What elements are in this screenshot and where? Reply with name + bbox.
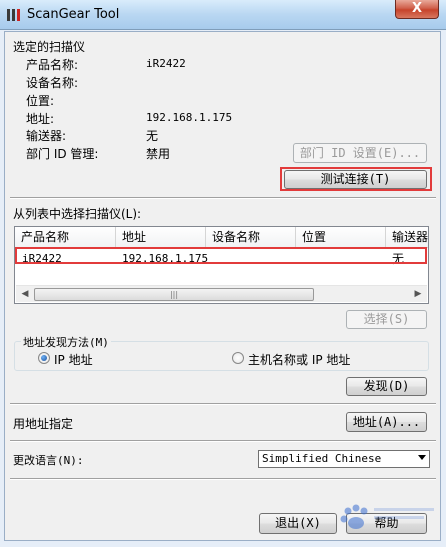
row-highlight	[15, 247, 427, 264]
column-header-location[interactable]: 位置	[296, 227, 386, 248]
ip-address-radio[interactable]	[38, 352, 50, 364]
horizontal-scrollbar[interactable]: ◀ ||| ▶	[16, 285, 427, 302]
language-value: Simplified Chinese	[262, 452, 382, 465]
column-header-feeder[interactable]: 输送器	[386, 227, 428, 248]
language-dropdown[interactable]: Simplified Chinese	[258, 450, 430, 468]
column-header-address[interactable]: 地址	[116, 227, 206, 248]
address-label: 地址:	[26, 112, 55, 126]
address-discovery-label: 地址发现方法(M)	[21, 334, 111, 350]
close-button[interactable]: X	[395, 0, 439, 19]
dept-id-settings-button[interactable]: 部门 ID 设置(E)...	[293, 143, 427, 163]
scroll-left-icon[interactable]: ◀	[18, 288, 32, 301]
specify-address-label: 用地址指定	[13, 417, 74, 431]
dept-id-label: 部门 ID 管理:	[26, 147, 99, 161]
divider	[10, 440, 436, 442]
baidu-watermark-icon	[340, 504, 434, 529]
divider	[10, 403, 436, 405]
divider	[10, 197, 436, 199]
window-title: ScanGear Tool	[27, 7, 120, 22]
column-header-product[interactable]: 产品名称	[15, 227, 116, 248]
scangear-app-icon	[7, 9, 20, 21]
discover-button[interactable]: 发现(D)	[346, 377, 427, 396]
divider	[10, 478, 436, 480]
title-bar: ScanGear Tool X	[0, 0, 446, 30]
feeder-value: 无	[146, 129, 159, 143]
scrollbar-thumb[interactable]: |||	[34, 288, 314, 301]
location-label: 位置:	[26, 94, 55, 108]
hostname-option-label[interactable]: 主机名称或 IP 地址	[248, 351, 350, 368]
dept-id-value: 禁用	[146, 147, 171, 161]
product-name-value: iR2422	[146, 57, 186, 70]
ip-address-option-label[interactable]: IP 地址	[54, 351, 93, 368]
language-label: 更改语言(N):	[13, 454, 84, 467]
column-header-device-name[interactable]: 设备名称	[206, 227, 296, 248]
test-connection-highlight	[280, 167, 432, 191]
address-value: 192.168.1.175	[146, 111, 233, 124]
selected-scanner-heading: 选定的扫描仪	[13, 40, 86, 54]
feeder-label: 输送器:	[26, 129, 67, 143]
product-name-label: 产品名称:	[26, 58, 79, 72]
exit-button[interactable]: 退出(X)	[259, 513, 337, 534]
select-button[interactable]: 选择(S)	[346, 310, 427, 329]
chevron-down-icon[interactable]	[418, 455, 426, 460]
hostname-radio[interactable]	[232, 352, 244, 364]
device-name-label: 设备名称:	[26, 76, 79, 90]
scroll-right-icon[interactable]: ▶	[411, 288, 425, 301]
scanner-list[interactable]: 产品名称 地址 设备名称 位置 输送器 iR2422 192.168.1.175…	[14, 226, 429, 304]
scanner-list-label: 从列表中选择扫描仪(L):	[13, 207, 142, 221]
address-button[interactable]: 地址(A)...	[346, 412, 427, 432]
